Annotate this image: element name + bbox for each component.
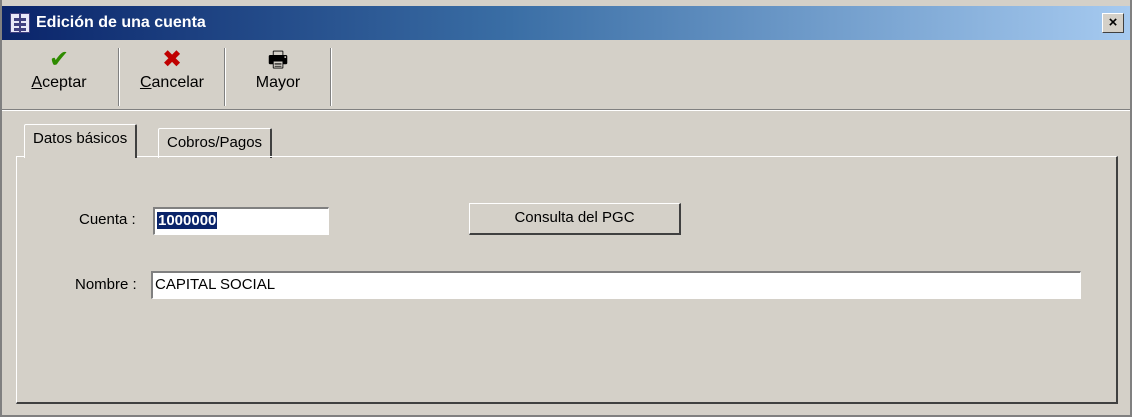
ledger-label: Mayor	[255, 74, 301, 91]
cancel-label: Cancelar	[139, 74, 205, 91]
account-label: Cuenta :	[79, 211, 136, 228]
cancel-button[interactable]: ✖ Cancelar	[124, 46, 220, 108]
close-button[interactable]: ×	[1102, 13, 1124, 33]
account-input[interactable]: 1000000	[153, 207, 329, 235]
checkmark-icon: ✔	[48, 46, 70, 73]
tab-datos-basicos[interactable]: Datos básicos	[24, 124, 138, 158]
accept-button[interactable]: ✔ Aceptar	[10, 46, 108, 108]
toolbar: ✔ Aceptar ✖ Cancelar 🖶 Mayor	[2, 44, 1130, 110]
tab-panel: Cuenta : 1000000 Consulta del PGC Nombre…	[16, 156, 1118, 404]
consult-pgc-button[interactable]: Consulta del PGC	[469, 203, 681, 235]
tab-cobros-pagos[interactable]: Cobros/Pagos	[158, 128, 273, 158]
edit-account-window: Edición de una cuenta × ✔ Aceptar ✖ Canc…	[0, 0, 1132, 417]
printer-icon: 🖶	[267, 47, 289, 72]
name-label: Nombre :	[75, 276, 137, 293]
name-input[interactable]: CAPITAL SOCIAL	[151, 271, 1081, 299]
app-icon	[10, 13, 30, 33]
accept-label: Aceptar	[31, 74, 87, 91]
account-value: 1000000	[157, 212, 218, 229]
x-icon: ✖	[161, 46, 183, 73]
window-title: Edición de una cuenta	[36, 14, 206, 31]
toolbar-separator	[330, 48, 332, 106]
toolbar-separator	[118, 48, 120, 106]
toolbar-separator	[224, 48, 226, 106]
title-bar[interactable]: Edición de una cuenta ×	[2, 6, 1130, 40]
ledger-button[interactable]: 🖶 Mayor	[228, 46, 328, 108]
